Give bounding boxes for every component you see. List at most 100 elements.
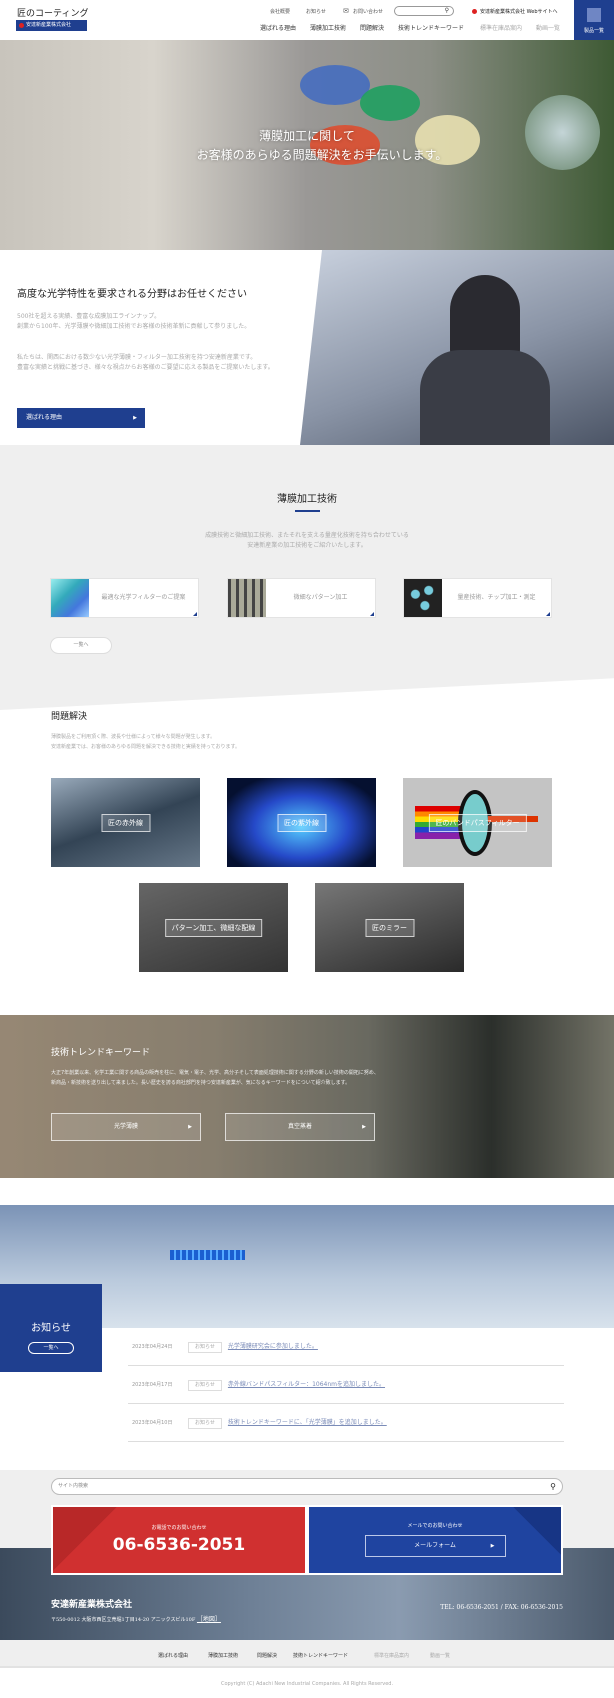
nav-trend[interactable]: 技術トレンドキーワード bbox=[398, 23, 464, 32]
footer-tel-fax: TEL: 06-6536-2051 / FAX: 06-6536-2015 bbox=[440, 1604, 563, 1611]
phone-contact-box[interactable]: お電話でのお問い合わせ 06-6536-2051 bbox=[51, 1505, 307, 1575]
trend-button-vacuum-deposition[interactable]: 真空蒸着 ▶ bbox=[225, 1113, 375, 1141]
filter-thumbnail bbox=[51, 579, 89, 617]
tile-caption: 匠の赤外線 bbox=[101, 813, 150, 832]
nav-video[interactable]: 動画一覧 bbox=[536, 23, 560, 32]
filter-disc-green bbox=[360, 85, 420, 121]
news-link[interactable]: 赤外線バンドパスフィルター：1064nmを追加しました。 bbox=[228, 1381, 385, 1388]
intro-line: 創業から100年、光学薄膜や微細加工技術でお客様の技術革新に貢献して参りました。 bbox=[17, 323, 251, 330]
address-text: 〒550-0012 大阪市西区立売堀1丁目14-20 アニックスビル10F bbox=[51, 1617, 196, 1623]
footer-nav-trend[interactable]: 技術トレンドキーワード bbox=[293, 1652, 348, 1659]
tile-ultraviolet[interactable]: 匠の紫外線 bbox=[227, 778, 376, 867]
card-label: 量産技術、チップ加工・測定 bbox=[457, 594, 536, 601]
news-item: 2023年04月24日 お知らせ 光学薄膜研究会に参加しました。 bbox=[128, 1328, 564, 1366]
util-link-contact[interactable]: お問い合わせ bbox=[353, 8, 383, 15]
company-website-link[interactable]: 安達新産業株式会社 Webサイトへ bbox=[480, 8, 558, 15]
chip-thumbnail bbox=[404, 579, 442, 617]
tile-pattern-wiring[interactable]: パターン加工、微細な配線 bbox=[139, 883, 288, 972]
tile-caption: 匠のバンドパスフィルター bbox=[428, 813, 527, 832]
tech-title: 薄膜加工技術 bbox=[277, 494, 337, 505]
test-tubes bbox=[170, 1250, 245, 1260]
site-logo-title[interactable]: 匠のコーティング bbox=[17, 6, 88, 19]
nav-problem[interactable]: 問題解決 bbox=[360, 23, 384, 32]
site-search-input[interactable]: サイト内検索 ⚲ bbox=[51, 1478, 563, 1495]
pattern-thumbnail bbox=[228, 579, 266, 617]
news-list-button[interactable]: 一覧へ bbox=[28, 1342, 74, 1354]
footer-address: 〒550-0012 大阪市西区立売堀1丁目14-20 アニックスビル10F ［地… bbox=[51, 1614, 221, 1623]
search-placeholder: サイト内検索 bbox=[58, 1483, 89, 1489]
tech-card-pattern[interactable]: 微細なパターン加工 bbox=[227, 578, 376, 618]
news-tag: お知らせ bbox=[188, 1380, 222, 1391]
hero-banner: 薄膜加工に関して お客様のあらゆる問題解決をお手伝いします。 bbox=[0, 40, 614, 250]
mail-form-button[interactable]: メールフォーム ▶ bbox=[364, 1535, 506, 1557]
nav-tech[interactable]: 薄膜加工技術 bbox=[310, 23, 346, 32]
site-header: 匠のコーティング 安達新産業株式会社 会社概要 お知らせ ✉ お問い合わせ ⚲ … bbox=[0, 0, 614, 40]
news-link[interactable]: 光学薄膜研究会に参加しました。 bbox=[228, 1343, 318, 1350]
card-label: 最適な光学フィルターのご提案 bbox=[101, 594, 186, 601]
arrow-right-icon: ▶ bbox=[490, 1543, 495, 1549]
news-title: お知らせ bbox=[31, 1323, 71, 1334]
product-list-button[interactable]: 製品一覧 bbox=[574, 0, 614, 40]
footer-nav-problem[interactable]: 問題解決 bbox=[257, 1652, 277, 1659]
trend-description: 大正7年創業以来、化学工業に関する商品の販売を柱に、電気・電子、光学、高分子そし… bbox=[51, 1068, 591, 1088]
problem-description: 薄膜製品をご利用頂く際、波長や仕様によって様々な問題が発生します。 安達新産業では… bbox=[51, 732, 240, 752]
news-date: 2023年04月10日 bbox=[132, 1420, 173, 1426]
button-label: 真空蒸着 bbox=[287, 1123, 312, 1130]
news-date: 2023年04月24日 bbox=[132, 1344, 173, 1350]
mail-contact-box: メールでのお問い合わせ メールフォーム ▶ bbox=[307, 1505, 563, 1575]
intro-paragraph-1: 500社を超える実績、豊富な成膜加工ラインナップ。 創業から100年、光学薄膜や微… bbox=[17, 312, 287, 332]
desc-line: 新商品・新技術を送り出して来ました。長い歴史を誇る商社部門を持つ安達新産業が、気… bbox=[51, 1080, 351, 1086]
desc-line: 安達新産業では、お客様のあらゆる問題を解決できる技術と実績を持っております。 bbox=[51, 744, 241, 750]
tile-caption: パターン加工、微細な配線 bbox=[164, 918, 263, 937]
footer-company-name: 安達新産業株式会社 bbox=[51, 1600, 133, 1610]
tech-card-mass-production[interactable]: 量産技術、チップ加工・測定 bbox=[403, 578, 552, 618]
businessman-photo bbox=[300, 250, 614, 445]
phone-label: お電話でのお問い合わせ bbox=[151, 1525, 207, 1531]
company-dot-icon bbox=[472, 9, 477, 14]
desc-line: 大正7年創業以来、化学工業に関する商品の販売を柱に、電気・電子、光学、高分子そし… bbox=[51, 1070, 379, 1076]
news-item: 2023年04月10日 お知らせ 技術トレンドキーワードに、「光学薄膜」を追加しまし… bbox=[128, 1404, 564, 1442]
map-link[interactable]: ［地図］ bbox=[197, 1616, 221, 1623]
intro-paragraph-2: 私たちは、関西における数少ない光学薄膜・フィルター加工技術を持つ安達新産業です。… bbox=[17, 353, 287, 373]
company-logo-badge[interactable]: 安達新産業株式会社 bbox=[16, 20, 87, 31]
tech-description: 成膜技術と微細加工技術、またそれを支える量産化技術を持ち合わせている 安達新産業の… bbox=[0, 531, 614, 551]
util-link-company[interactable]: 会社概要 bbox=[270, 8, 290, 15]
desc-line: 成膜技術と微細加工技術、またそれを支える量産化技術を持ち合わせている bbox=[205, 532, 409, 539]
title-underline bbox=[295, 510, 320, 512]
arrow-right-icon: ▶ bbox=[362, 1124, 366, 1130]
trend-title: 技術トレンドキーワード bbox=[51, 1048, 151, 1058]
header-search-input[interactable]: ⚲ bbox=[394, 6, 454, 16]
phone-number[interactable]: 06-6536-2051 bbox=[53, 1535, 305, 1555]
mail-label: メールでのお問い合わせ bbox=[407, 1523, 463, 1529]
util-link-news[interactable]: お知らせ bbox=[306, 8, 326, 15]
nav-stock[interactable]: 標準在庫品案内 bbox=[480, 23, 522, 32]
news-link[interactable]: 技術トレンドキーワードに、「光学薄膜」を追加しました。 bbox=[228, 1419, 387, 1426]
news-tag: お知らせ bbox=[188, 1342, 222, 1353]
trend-button-optical-film[interactable]: 光学薄膜 ▶ bbox=[51, 1113, 201, 1141]
search-icon[interactable]: ⚲ bbox=[550, 1479, 556, 1494]
tile-caption: 匠の紫外線 bbox=[277, 813, 326, 832]
button-label: メールフォーム bbox=[414, 1542, 456, 1549]
footer-nav-reason[interactable]: 選ばれる理由 bbox=[158, 1652, 188, 1659]
news-tag: お知らせ bbox=[188, 1418, 222, 1429]
tile-infrared[interactable]: 匠の赤外線 bbox=[51, 778, 200, 867]
search-icon[interactable]: ⚲ bbox=[445, 7, 449, 14]
tech-list-button[interactable]: 一覧へ bbox=[50, 637, 112, 654]
button-label: 光学薄膜 bbox=[113, 1123, 138, 1130]
reason-button[interactable]: 選ばれる理由 ▶ bbox=[17, 408, 145, 428]
arrow-right-icon: ▶ bbox=[133, 415, 137, 421]
arrow-right-icon: ▶ bbox=[188, 1124, 192, 1130]
footer-nav-tech[interactable]: 薄膜加工技術 bbox=[208, 1652, 238, 1659]
nav-reason[interactable]: 選ばれる理由 bbox=[260, 23, 296, 32]
intro-title: 高度な光学特性を要求される分野はお任せください bbox=[17, 289, 247, 300]
person-suit bbox=[420, 350, 550, 445]
tile-bandpass[interactable]: 匠のバンドパスフィルター bbox=[403, 778, 552, 867]
person-silhouette bbox=[450, 275, 520, 360]
footer-nav-stock[interactable]: 標準在庫品案内 bbox=[374, 1652, 409, 1659]
news-item: 2023年04月17日 お知らせ 赤外線バンドパスフィルター：1064nmを追加しま… bbox=[128, 1366, 564, 1404]
tile-mirror[interactable]: 匠のミラー bbox=[315, 883, 464, 972]
tech-card-filter[interactable]: 最適な光学フィルターのご提案 bbox=[50, 578, 199, 618]
news-date: 2023年04月17日 bbox=[132, 1382, 173, 1388]
footer-nav-video[interactable]: 動画一覧 bbox=[430, 1652, 450, 1659]
intro-line: 私たちは、関西における数少ない光学薄膜・フィルター加工技術を持つ安達新産業です。 bbox=[17, 354, 257, 361]
